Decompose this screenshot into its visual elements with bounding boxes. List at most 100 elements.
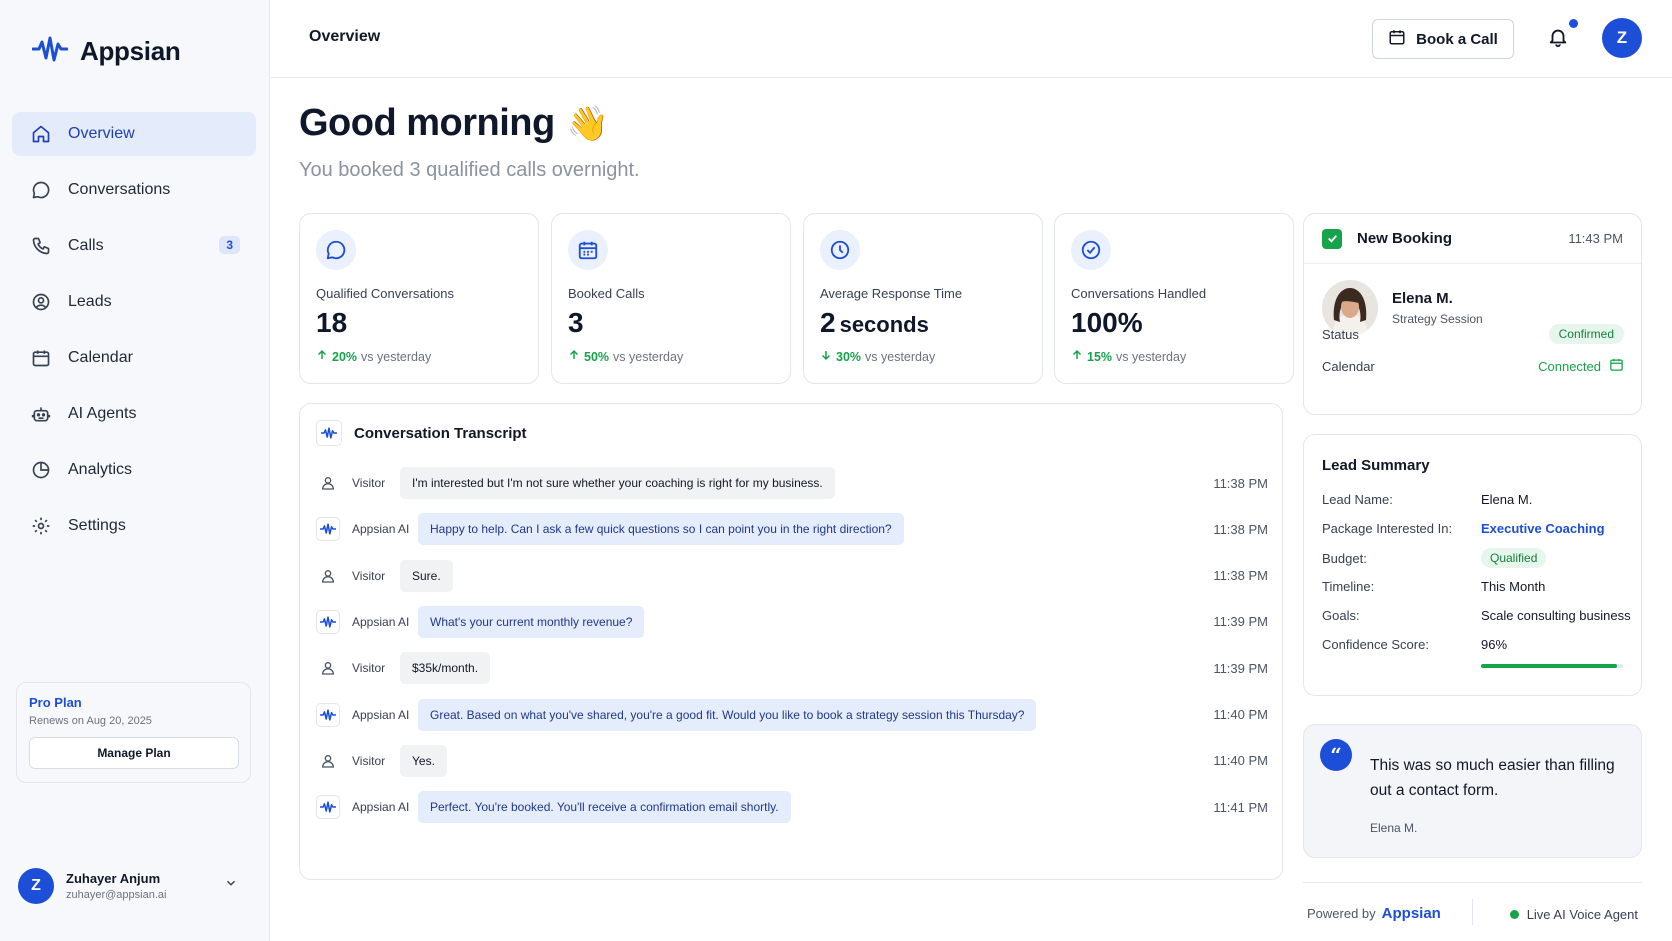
lead-key: Timeline: [1322,579,1375,594]
gear-icon [30,515,52,537]
sidebar-item-label: Overview [68,125,135,142]
lead-key: Goals: [1322,608,1360,623]
sidebar-item-overview[interactable]: Overview [12,112,256,156]
calendar-status: Connected [1538,358,1601,374]
calendar-connected: Connected [1538,357,1624,375]
stat-delta-text: vs yesterday [1116,349,1187,364]
message-time: 11:38 PM [1213,475,1268,491]
chevron-down-icon[interactable] [224,876,238,895]
package-link[interactable]: Executive Coaching [1481,521,1605,536]
calendar-icon [1388,28,1406,50]
sidebar-item-calendar[interactable]: Calendar [12,336,256,380]
arrow-up-icon [316,349,328,364]
lead-row: Budget: Qualified [1322,548,1632,568]
message-time: 11:38 PM [1213,521,1268,537]
message-time: 11:39 PM [1213,614,1268,630]
footer-divider [1472,899,1473,925]
book-call-button[interactable]: Book a Call [1372,19,1514,59]
booking-time: 11:43 PM [1568,231,1623,246]
brand-name: Appsian [80,36,181,66]
arrow-down-icon [820,349,832,364]
sidebar-item-label: Conversations [68,181,171,198]
waveform-icon [316,702,340,727]
sidebar-item-label: Settings [68,517,126,534]
lead-value: This Month [1481,579,1546,594]
robot-icon [30,403,52,425]
booking-title: New Booking [1357,230,1453,247]
stat-value: 18 [316,307,522,339]
message-sender: Visitor [352,476,386,490]
sidebar-item-settings[interactable]: Settings [12,504,256,548]
calendar-icon [1609,357,1624,375]
calendar-icon [30,347,52,369]
avatar: Z [18,868,54,904]
stat-delta-pct: 15% [1087,349,1113,364]
message-sender: Appsian AI [352,800,410,815]
check-circle-icon [1071,230,1111,270]
lead-row: Goals: Scale consulting business [1322,608,1632,623]
lead-key: Confidence Score: [1322,637,1429,652]
message-bubble: Perfect. You're booked. You'll receive a… [418,791,791,824]
message-sender: Visitor [352,753,386,768]
confidence-value: 96% [1481,637,1508,652]
testimonial-author: Elena M. [1370,821,1418,835]
stat-card-conversations-handled: Conversations Handled 100% 15% vs yester… [1054,213,1294,384]
message-bubble: $35k/month. [400,652,491,685]
stat-value: 3 [568,307,774,339]
new-booking-card: New Booking 11:43 PM Elena M. Strategy S… [1303,213,1642,415]
lead-row: Lead Name: Elena M. [1322,492,1632,507]
sidebar: Appsian Overview Conversations Calls 3 L… [0,0,270,941]
transcript-message: Visitor Yes. 11:40 PM [316,744,1268,778]
sidebar-item-leads[interactable]: Leads [12,280,256,324]
lead-value: Elena M. [1481,492,1533,507]
stat-number: 18 [316,307,348,338]
sidebar-item-label: AI Agents [68,405,137,422]
manage-plan-button[interactable]: Manage Plan [29,737,239,769]
stat-delta-pct: 30% [836,349,862,364]
lead-row: Timeline: This Month [1322,579,1632,594]
stat-number: 100% [1071,307,1143,338]
stat-card-average-response-time: Average Response Time 2 seconds 30% vs ye… [803,213,1043,384]
message-sender: Appsian AI [352,614,410,629]
sidebar-item-label: Calls [68,237,104,254]
sidebar-item-analytics[interactable]: Analytics [12,448,256,492]
header-avatar[interactable]: Z [1602,18,1642,58]
message-sender: Visitor [352,661,386,676]
sidebar-item-label: Leads [68,293,112,310]
conversation-transcript-panel: Conversation Transcript Visitor I'm inter… [299,403,1283,880]
sidebar-item-conversations[interactable]: Conversations [12,168,256,212]
stat-number: 2 [820,307,836,338]
sidebar-item-calls[interactable]: Calls 3 [12,224,256,268]
status-badge: Confirmed [1548,324,1624,344]
footer: Powered by Appsian Live AI Voice Agent [1303,882,1642,932]
transcript-message: Visitor Sure. 11:38 PM [316,559,1268,593]
waveform-icon [316,517,340,542]
user-icon [316,564,340,588]
message-time: 11:41 PM [1213,799,1268,815]
message-sender: Appsian AI [352,707,410,722]
powered-by: Powered by Appsian [1307,905,1441,922]
message-bubble: What's your current monthly revenue? [418,605,645,638]
stat-delta: 15% vs yesterday [1071,349,1277,364]
user-icon [316,749,340,773]
lead-row: Confidence Score: 96% [1322,637,1632,652]
user-circle-icon [30,291,52,313]
user-name: Zuhayer Anjum [66,871,161,886]
lead-key: Lead Name: [1322,492,1393,507]
waveform-icon [316,795,340,820]
calls-count-badge: 3 [219,236,240,254]
sidebar-item-ai-agents[interactable]: AI Agents [12,392,256,436]
transcript-message: Appsian AI Perfect. You're booked. You'll… [316,790,1268,824]
waveform-icon [316,420,342,446]
lead-summary-card: Lead Summary Lead Name: Elena M. Package … [1303,434,1642,696]
user-menu[interactable]: Z Zuhayer Anjum zuhayer@appsian.ai [18,868,238,904]
greeting-subtitle: You booked 3 qualified calls overnight. [299,159,640,181]
live-status-label: Live AI Voice Agent [1526,907,1638,922]
powered-by-brand[interactable]: Appsian [1382,905,1441,922]
page-title: Overview [309,28,381,45]
phone-icon [30,235,52,257]
calendar-label: Calendar [1322,358,1375,374]
bell-icon[interactable] [1547,26,1569,53]
live-agent-status: Live AI Voice Agent [1509,907,1638,922]
brand[interactable]: Appsian [31,34,181,69]
